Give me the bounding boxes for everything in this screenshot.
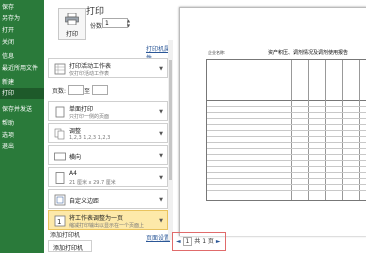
sidebar-item-info[interactable]: 信息: [2, 51, 14, 60]
table-row: [207, 112, 366, 113]
sidebar-item-save-send[interactable]: 保存并发送: [2, 104, 32, 113]
orientation-title: 横向: [69, 154, 82, 161]
worksheet-icon: [54, 63, 66, 75]
margins-dropdown[interactable]: 自定义边距 ▼: [48, 189, 168, 209]
orientation-dropdown[interactable]: 横向 ▼: [48, 145, 168, 165]
chevron-down-icon: ▼: [159, 197, 163, 203]
table-row: [207, 118, 366, 119]
current-page-input[interactable]: 1: [182, 237, 193, 246]
chevron-down-icon: ▼: [159, 175, 163, 181]
add-printer-label: 添加打印机: [50, 232, 81, 239]
chevron-down-icon: ▼: [159, 131, 163, 137]
sidebar-item-exit[interactable]: 退出: [2, 141, 14, 150]
doc-title: 资产积压、调剂情况及调剂使用报告: [268, 50, 349, 56]
paper-icon: [55, 172, 65, 184]
table-row: [207, 184, 366, 185]
pages-from-input[interactable]: [68, 85, 84, 95]
chevron-down-icon: ▼: [159, 109, 163, 115]
table-row: [207, 154, 366, 155]
table-row: [207, 148, 366, 149]
svg-text:1: 1: [57, 218, 61, 226]
settings-scrollbar[interactable]: [168, 40, 173, 240]
chevron-down-icon: ▼: [159, 218, 163, 224]
sidebar-item-save[interactable]: 保存: [2, 2, 14, 11]
scaling-subtitle: 缩减打印输出以显示在一个页面上: [69, 223, 145, 229]
sides-subtitle: 只打印一侧的页面: [69, 114, 110, 120]
scrollbar-thumb[interactable]: [169, 60, 172, 180]
margins-title: 自定义边距: [69, 198, 100, 205]
collate-dropdown[interactable]: 调整 1,2,3 1,2,3 1,2,3 ▼: [48, 123, 168, 143]
pages-to-input[interactable]: [92, 85, 108, 95]
table-row: [207, 178, 366, 179]
table-row: [207, 160, 366, 161]
preview-page: 企业名称: 资产积压、调剂情况及调剂使用报告: [179, 7, 366, 236]
next-page-icon[interactable]: ►: [216, 238, 221, 245]
pages-to-label: 至: [84, 88, 91, 95]
collate-icon: [54, 128, 65, 140]
collate-subtitle: 1,2,3 1,2,3 1,2,3: [69, 135, 111, 141]
paper-size-title: A4: [69, 170, 77, 177]
print-settings-panel: 打印 打印 份数: 1 ▲▼ 打印机属性 打印活动工作表 仅打印活动工作表 ▼ …: [44, 0, 175, 253]
table-row: [207, 130, 366, 131]
table-row: [207, 142, 366, 143]
scaling-dropdown[interactable]: 1 将工作表调整为一页 缩减打印输出以显示在一个页面上 ▼: [48, 210, 168, 230]
sidebar-item-recent[interactable]: 最近所用文件: [2, 63, 38, 72]
table-row: [207, 106, 366, 107]
paper-size-subtitle: 21 厘米 x 29.7 厘米: [69, 180, 116, 186]
print-what-subtitle: 仅打印活动工作表: [69, 71, 110, 77]
copies-input[interactable]: 1: [102, 18, 128, 28]
print-button[interactable]: 打印: [58, 8, 86, 40]
doc-company-label: 企业名称:: [208, 50, 226, 55]
table-row: [207, 166, 366, 167]
collate-title: 调整: [69, 128, 82, 135]
preview-table: [206, 59, 366, 201]
sidebar-item-open[interactable]: 打开: [2, 25, 14, 34]
table-row: [207, 172, 366, 173]
sidebar-item-options[interactable]: 选项: [2, 130, 14, 139]
print-title: 打印: [86, 7, 105, 17]
landscape-icon: [54, 152, 66, 161]
sides-dropdown[interactable]: 单面打印 只打印一侧的页面 ▼: [48, 101, 168, 121]
chevron-down-icon: ▼: [159, 66, 163, 72]
sidebar-item-print[interactable]: 打印: [0, 88, 44, 99]
sidebar-item-save-as[interactable]: 另存为: [2, 13, 20, 22]
page-count-label: 共 1 页: [194, 238, 214, 245]
sides-title: 单面打印: [69, 106, 94, 113]
print-preview: 企业名称: 资产积压、调剂情况及调剂使用报告: [174, 0, 366, 253]
chevron-down-icon: ▼: [159, 153, 163, 159]
prev-page-icon[interactable]: ◄: [176, 238, 181, 245]
table-row: [207, 124, 366, 125]
sidebar-item-close[interactable]: 关闭: [2, 37, 14, 46]
printer-icon: [65, 13, 79, 25]
pages-label: 页数:: [52, 88, 67, 95]
table-row: [207, 136, 366, 137]
margins-icon: [54, 194, 66, 206]
backstage-sidebar: 保存 另存为 打开 关闭 信息 最近所用文件 新建 打印 保存并发送 帮助 选项…: [0, 0, 44, 253]
page-navigation: ◄ 1 共 1 页 ►: [176, 236, 220, 246]
sidebar-item-new[interactable]: 新建: [2, 77, 14, 86]
sidebar-item-help[interactable]: 帮助: [2, 118, 14, 127]
fit-sheet-icon: 1: [54, 215, 66, 227]
single-side-icon: [55, 106, 65, 118]
scaling-title: 将工作表调整为一页: [69, 215, 124, 222]
copies-stepper[interactable]: ▲ ▼: [126, 18, 131, 28]
print-button-label: 打印: [65, 31, 78, 38]
add-printer-button-label: 添加打印机: [53, 245, 84, 252]
print-what-title: 打印活动工作表: [69, 63, 112, 70]
table-row: [207, 190, 366, 191]
page-setup-link[interactable]: 页面设置: [146, 233, 170, 242]
add-printer-button[interactable]: 添加打印机: [48, 240, 92, 252]
print-what-dropdown[interactable]: 打印活动工作表 仅打印活动工作表 ▼: [48, 58, 168, 78]
paper-size-dropdown[interactable]: A4 21 厘米 x 29.7 厘米 ▼: [48, 167, 168, 187]
